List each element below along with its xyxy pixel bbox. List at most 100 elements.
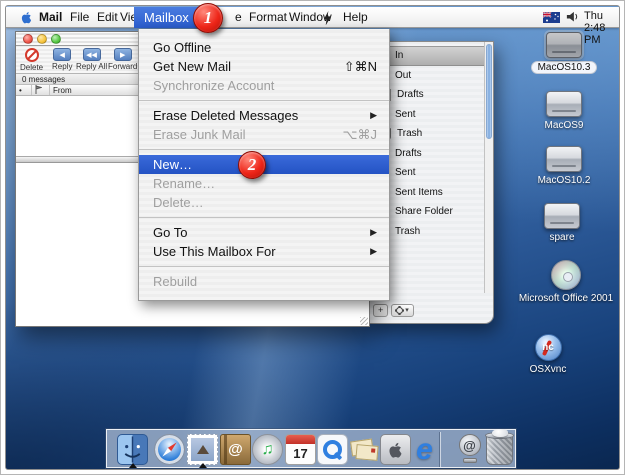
dock-at-stamp-icon[interactable]: @ [454,434,485,465]
dock-mail-icon[interactable] [187,434,218,465]
menu-item-erase-deleted-messages[interactable]: Erase Deleted Messages▶ [139,106,389,125]
desktop: MailFileEditVie Mailbox eFormatWindow He… [5,5,620,470]
menu-item-label: Rename… [153,174,215,193]
resize-grip[interactable] [360,317,368,325]
menu-bar-item-file[interactable]: File [70,10,89,25]
desktop-icon-label: MacOS10.2 [538,175,591,186]
close-button[interactable] [23,34,33,44]
mailbox-label: Trash [395,226,420,237]
menu-bar-item-help[interactable]: Help [343,10,368,25]
mailbox-label: Drafts [397,89,424,100]
toolbar-button-reply-all[interactable]: ◀◀Reply All [76,48,107,71]
mailbox-label: Drafts [395,148,422,159]
hard-drive-icon [544,203,580,229]
toolbar-button-label: Forward [108,62,137,71]
australia-flag-icon[interactable] [543,12,560,23]
osxvnc-icon: nc [535,334,562,361]
menu-item-use-this-mailbox-for[interactable]: Use This Mailbox For ▶ [139,242,389,261]
mailbox-label: Sent [395,167,416,178]
desktop-icon-label: MacOS9 [545,120,584,131]
menu-item-label: Erase Junk Mail [153,125,245,144]
annotation-step-2-badge: 2 [238,151,266,179]
menu-separator [139,149,389,150]
mailbox-action-button[interactable]: ▾ [391,304,414,317]
mailbox-label: Trash [397,128,422,139]
dock-letters-icon[interactable] [349,434,380,465]
toolbar-button-delete[interactable]: Delete [20,48,43,72]
dock: @♫17e@ [106,429,516,468]
annotation-step-1-badge: 1 [193,3,223,33]
menu-bar-item-format[interactable]: Format [249,10,287,25]
script-bolt-icon[interactable] [323,11,332,25]
menu-bar-item-mail[interactable]: Mail [39,10,62,25]
column-header-label: • [19,86,22,95]
dock-separator [439,432,440,467]
menu-bar-clock[interactable]: Thu 2:48 PM [584,10,619,46]
mailbox-label: Share Folder [395,206,453,217]
toolbar-button-forward[interactable]: ▶Forward [108,48,137,71]
column-header-dot[interactable]: • [16,85,32,95]
menu-item-label: Get New Mail [153,57,231,76]
mailbox-label: In [395,50,403,61]
hard-drive-icon [546,32,582,58]
dock-internet-explorer-icon[interactable]: e [409,434,440,465]
apple-menu-icon[interactable] [20,10,34,25]
reply-all-icon: ◀◀ [83,48,101,61]
add-mailbox-button[interactable]: + [373,304,388,317]
desktop-icon-label: OSXvnc [530,364,567,375]
menu-separator [139,266,389,267]
toolbar-button-reply[interactable]: ◀Reply [52,48,72,71]
menu-separator [139,217,389,218]
menu-bar: MailFileEditVie Mailbox eFormatWindow He… [6,7,619,28]
dock-itunes-icon[interactable]: ♫ [252,434,283,465]
hard-drive-icon [546,91,582,117]
desktop-icon-spare[interactable]: spare [507,203,617,243]
mailbox-label: Sent [395,109,416,120]
desktop-icon-osxvnc[interactable]: nc OSXvnc [493,334,603,375]
menu-bar-item-e[interactable]: e [235,10,242,25]
delete-icon [25,48,39,62]
menu-item-rebuild: Rebuild [139,272,389,291]
message-count: 0 messages [22,75,65,84]
submenu-arrow-icon: ▶ [370,242,377,261]
forward-icon: ▶ [114,48,132,61]
toolbar-button-label: Reply [52,62,72,71]
menu-item-label: Synchronize Account [153,76,274,95]
column-header-label: From [53,86,72,95]
running-indicator [129,463,137,468]
submenu-arrow-icon: ▶ [370,223,377,242]
toolbar-button-label: Reply All [76,62,107,71]
menu-item-get-new-mail[interactable]: Get New Mail⇧⌘N [139,57,389,76]
reply-icon: ◀ [53,48,71,61]
dock-trash-icon[interactable] [486,434,513,465]
scrollbar-thumb[interactable] [486,44,492,139]
menu-item-go-to[interactable]: Go To▶ [139,223,389,242]
minimize-button[interactable] [37,34,47,44]
menu-item-go-offline[interactable]: Go Offline [139,38,389,57]
dock-safari-icon[interactable] [154,434,185,465]
desktop-icon-macos9[interactable]: MacOS9 [509,91,619,131]
desktop-icon-label: Microsoft Office 2001 [519,293,613,304]
column-header-flag[interactable] [32,85,50,95]
volume-icon[interactable] [566,11,580,24]
dock-system-preferences-icon[interactable] [380,434,411,465]
drawer-scrollbar[interactable] [484,42,493,293]
dock-ical-icon[interactable]: 17 [285,434,316,465]
menu-bar-item-edit[interactable]: Edit [97,10,118,25]
submenu-arrow-icon: ▶ [370,106,377,125]
mailbox-label: Out [395,70,411,81]
mailbox-label: Sent Items [395,187,443,198]
desktop-icon-label: MacOS10.3 [531,61,598,74]
menu-item-label: Use This Mailbox For [153,242,276,261]
menu-item-rename-: Rename… [139,174,389,193]
dock-address-book-icon[interactable]: @ [220,434,251,465]
menu-item-shortcut: ⌥⌘J [343,125,377,144]
menu-item-erase-junk-mail: Erase Junk Mail ⌥⌘J [139,125,389,144]
cd-disc-icon [551,260,581,290]
dock-quicktime-icon[interactable] [317,434,348,465]
zoom-button[interactable] [51,34,61,44]
dock-finder-icon[interactable] [117,434,148,465]
desktop-icon-microsoft-office-2001[interactable]: Microsoft Office 2001 [511,260,620,304]
desktop-icon-macos10.2[interactable]: MacOS10.2 [509,146,619,186]
menu-item-delete-: Delete… [139,193,389,212]
